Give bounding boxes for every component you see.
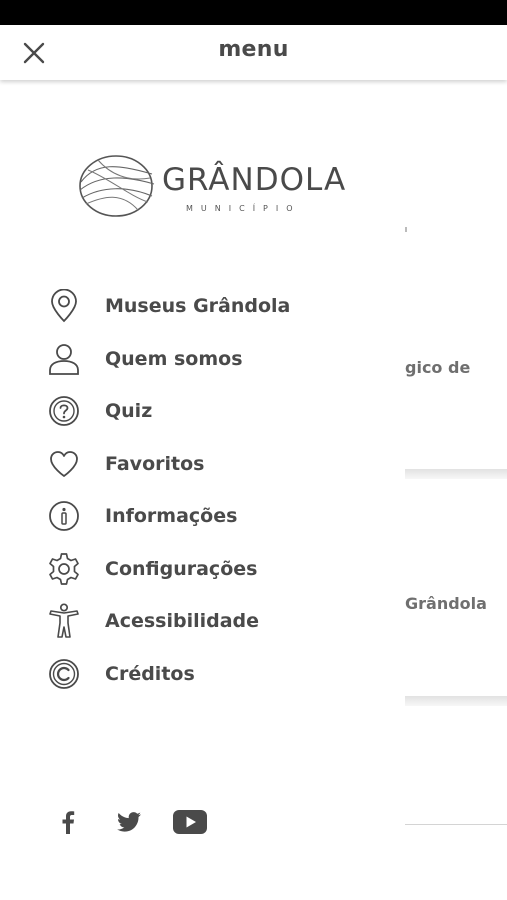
location-pin-icon — [44, 286, 84, 326]
page-title: menu — [218, 37, 289, 62]
twitter-icon — [117, 812, 141, 832]
menu-item-label: Museus Grândola — [105, 295, 291, 317]
status-bar — [0, 0, 507, 25]
menu-item-label: Acessibilidade — [105, 610, 260, 632]
menu-item-quem-somos[interactable]: Quem somos — [44, 337, 374, 381]
background-card-edge — [405, 469, 507, 479]
menu-item-creditos[interactable]: Créditos — [44, 652, 374, 696]
menu-item-label: Quem somos — [105, 348, 243, 370]
info-icon — [44, 496, 84, 536]
logo-subtitle: MUNICÍPIO — [186, 204, 301, 213]
menu-item-label: Favoritos — [105, 453, 205, 475]
menu-item-label: Créditos — [105, 663, 195, 685]
facebook-icon — [62, 811, 75, 834]
background-card-edge — [405, 696, 507, 706]
side-drawer: GRÂNDOLA MUNICÍPIO Museus Grândola Quem … — [0, 80, 405, 900]
background-page: gico de Grândola — [405, 80, 507, 900]
background-text: Grândola — [405, 594, 487, 613]
background-divider — [405, 824, 507, 825]
accessibility-icon — [44, 601, 84, 641]
copyright-icon — [44, 654, 84, 694]
menu-item-quiz[interactable]: Quiz — [44, 389, 374, 433]
menu-item-label: Quiz — [105, 400, 153, 422]
heart-icon — [44, 444, 84, 484]
question-circle-icon — [44, 391, 84, 431]
top-bar: menu — [0, 25, 507, 80]
person-icon — [44, 339, 84, 379]
logo-emblem — [79, 155, 155, 217]
menu-item-label: Configurações — [105, 558, 258, 580]
youtube-button[interactable] — [172, 804, 208, 840]
gear-icon — [44, 549, 84, 589]
background-tick — [405, 227, 407, 232]
twitter-button[interactable] — [114, 804, 144, 840]
menu-item-favoritos[interactable]: Favoritos — [44, 442, 374, 486]
facebook-button[interactable] — [54, 804, 82, 840]
menu-item-informacoes[interactable]: Informações — [44, 494, 374, 538]
logo-wordmark: GRÂNDOLA — [162, 162, 347, 198]
menu-item-museus[interactable]: Museus Grândola — [44, 284, 374, 328]
menu-item-label: Informações — [105, 505, 238, 527]
menu-item-acessibilidade[interactable]: Acessibilidade — [44, 599, 374, 643]
background-text: gico de — [405, 358, 471, 377]
youtube-icon — [173, 810, 207, 834]
grandola-logo: GRÂNDOLA MUNICÍPIO — [78, 150, 345, 222]
menu-item-configuracoes[interactable]: Configurações — [44, 547, 374, 591]
